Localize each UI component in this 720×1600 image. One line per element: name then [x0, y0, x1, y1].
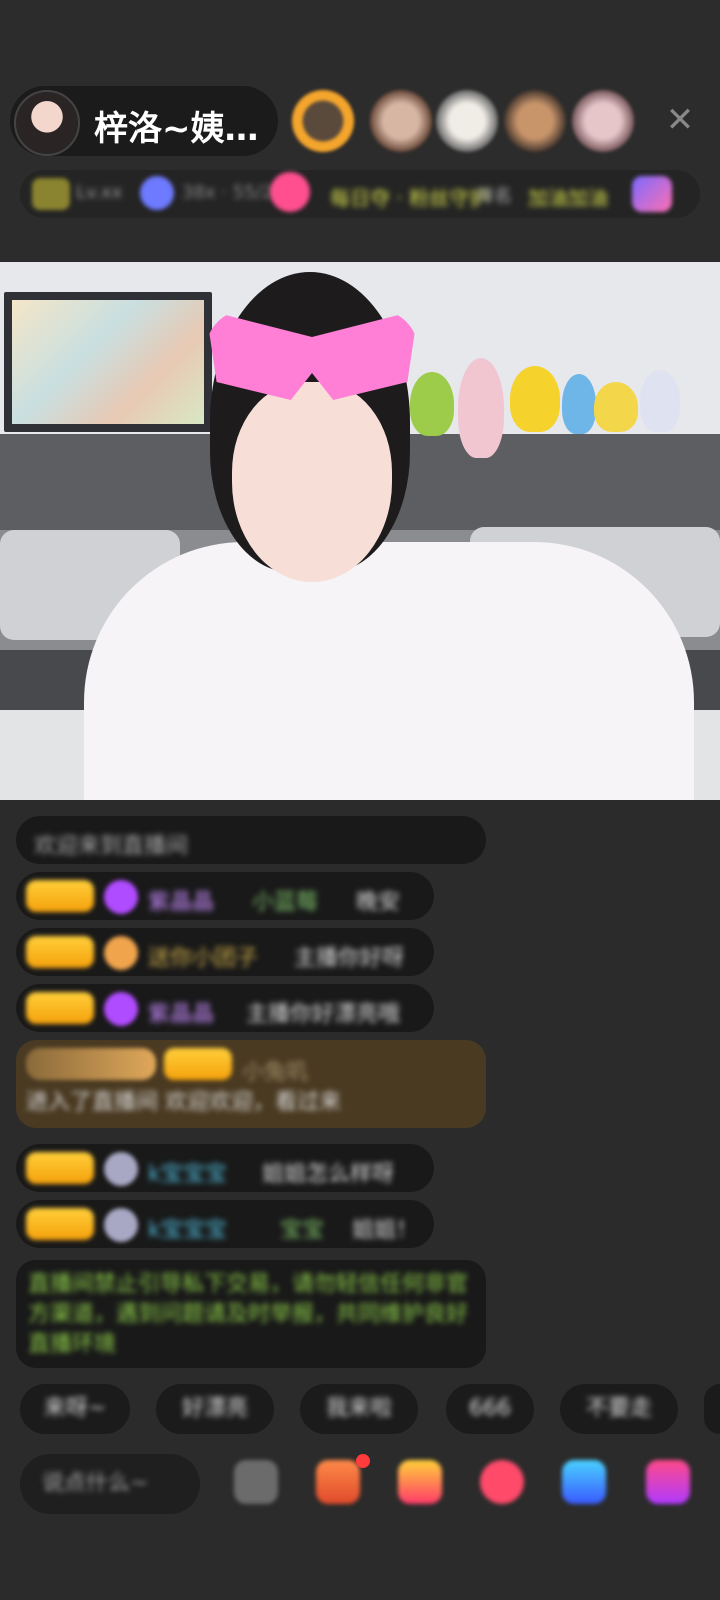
- cheer-text: 加油加油: [528, 186, 608, 210]
- chat-username[interactable]: 送你小团子: [148, 940, 258, 972]
- chat-text: 姐姐！: [352, 1218, 419, 1243]
- chat-text: 主播你好呀: [294, 946, 405, 971]
- chat-username[interactable]: 小兔叽: [242, 1054, 308, 1086]
- fan-club-text[interactable]: 每日夺 · 粉丝守护: [330, 182, 489, 211]
- game-icon[interactable]: [562, 1460, 606, 1504]
- chat-username[interactable]: k宝宝宝: [148, 1212, 227, 1244]
- more-icon[interactable]: [646, 1460, 690, 1504]
- chat-message[interactable]: 紫晶晶 主播你好漂亮哦: [16, 984, 434, 1032]
- chat-message[interactable]: k宝宝宝 宝宝 姐姐！: [16, 1200, 434, 1248]
- plush-toy: [510, 366, 560, 432]
- quick-reply-button[interactable]: 我来啦: [300, 1384, 418, 1434]
- user-avatar: [104, 1152, 138, 1186]
- host-info-pill[interactable]: 梓洛~姨…: [10, 86, 278, 156]
- bottom-bar: 说点什么~: [0, 1450, 720, 1520]
- chat-username[interactable]: 紫晶晶: [148, 996, 214, 1028]
- enter-notice[interactable]: 小兔叽 进入了直播间 欢迎欢迎，看过来: [16, 1040, 486, 1128]
- chat-target: 小蓝莓: [252, 890, 319, 915]
- heart-icon[interactable]: [480, 1460, 524, 1504]
- level-badge[interactable]: [32, 178, 70, 210]
- live-video[interactable]: [0, 262, 720, 800]
- chat-text: 姐姐怎么样呀: [262, 1162, 395, 1187]
- heart-badge-icon[interactable]: [270, 172, 310, 212]
- quick-reply-row: 来呀~ 好漂亮 我来啦 666 不要走: [0, 1384, 720, 1434]
- viewer-avatar[interactable]: [572, 90, 634, 152]
- level-badge: [26, 1152, 94, 1184]
- chat-input[interactable]: 说点什么~: [20, 1454, 200, 1514]
- level-badge: [164, 1048, 232, 1080]
- plush-toy: [594, 382, 638, 432]
- gift-icon[interactable]: [632, 176, 672, 212]
- chat-target: 宝宝: [280, 1218, 325, 1243]
- viewer-avatar[interactable]: [436, 90, 498, 152]
- streamer-body: [84, 542, 694, 800]
- diamond-icon: [104, 880, 138, 914]
- chat-message[interactable]: 紫晶晶 小蓝莓 晚安: [16, 872, 434, 920]
- level-badge: [26, 880, 94, 912]
- chat-text: 主播你好漂亮哦: [246, 1002, 401, 1027]
- chat-message[interactable]: k宝宝宝 姐姐怎么样呀: [16, 1144, 434, 1192]
- user-avatar: [104, 1208, 138, 1242]
- gift-box-icon[interactable]: [316, 1460, 360, 1504]
- vip-badge: [26, 1048, 156, 1080]
- streamer-face: [232, 382, 392, 582]
- green-notice: 直播间禁止引导私下交易，请勿轻信任何非官方渠道，遇到问题请及时举报，共同维护良好…: [16, 1260, 486, 1368]
- badge-row: Lv.xx 38x · 55/20 每日夺 · 粉丝守护 排名 加油加油: [20, 170, 700, 218]
- viewer-avatar[interactable]: [292, 90, 354, 152]
- level-badge: [26, 1208, 94, 1240]
- quick-reply-button[interactable]: 来呀~: [20, 1384, 130, 1434]
- chat-panel: 欢迎来到直播间 紫晶晶 小蓝莓 晚安 送你小团子 主播你好呀 紫晶晶 主播你好漂…: [0, 806, 720, 1368]
- chat-username[interactable]: k宝宝宝: [148, 1156, 227, 1188]
- top-viewers-row: [292, 86, 712, 156]
- notification-dot: [356, 1454, 370, 1468]
- level-badge: [26, 992, 94, 1024]
- quick-reply-button[interactable]: [704, 1384, 720, 1434]
- emoji-icon[interactable]: [234, 1460, 278, 1504]
- rank-label: 排名: [476, 186, 512, 207]
- host-avatar[interactable]: [14, 90, 80, 156]
- level-badge: [26, 936, 94, 968]
- chat-message[interactable]: 送你小团子 主播你好呀: [16, 928, 434, 976]
- wall-painting: [4, 292, 212, 432]
- plush-toy: [562, 374, 596, 434]
- chat-username[interactable]: 紫晶晶: [148, 884, 214, 916]
- diamond-icon: [104, 992, 138, 1026]
- viewer-avatar[interactable]: [504, 90, 566, 152]
- host-name[interactable]: 梓洛~姨…: [94, 101, 259, 150]
- chat-text: 晚安: [356, 890, 401, 915]
- gift-icon[interactable]: [398, 1460, 442, 1504]
- plush-toy: [458, 358, 504, 458]
- close-button[interactable]: ✕: [660, 100, 700, 140]
- enter-text: 进入了直播间 欢迎欢迎，看过来: [26, 1090, 341, 1115]
- top-bar: 梓洛~姨… ✕ Lv.xx 38x · 55/20 每日夺 · 粉丝守护 排名 …: [0, 0, 720, 260]
- plush-toy: [410, 372, 454, 436]
- plush-toy: [640, 370, 680, 432]
- quick-reply-button[interactable]: 666: [446, 1384, 534, 1434]
- fan-badge-icon: [104, 936, 138, 970]
- level-badge-text: Lv.xx: [76, 182, 123, 203]
- quick-reply-button[interactable]: 好漂亮: [156, 1384, 274, 1434]
- system-notice: 欢迎来到直播间: [16, 816, 486, 864]
- rank-icon[interactable]: [140, 176, 174, 210]
- quick-reply-button[interactable]: 不要走: [560, 1384, 678, 1434]
- viewer-avatar[interactable]: [370, 90, 432, 152]
